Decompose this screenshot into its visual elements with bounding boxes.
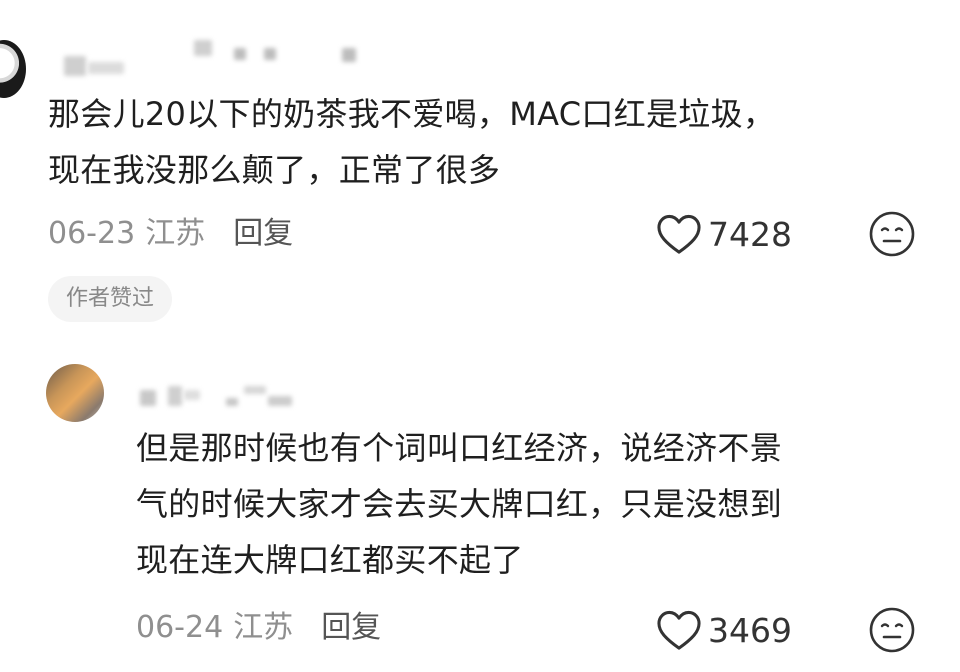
comment-text: 但是那时候也有个词叫口红经济，说经济不景 气的时候大家才会去买大牌口红，只是没想… — [136, 420, 916, 588]
comment-text-line: 但是那时候也有个词叫口红经济，说经济不景 — [136, 429, 783, 467]
like-button[interactable]: 3469 — [656, 608, 792, 652]
comment-text-line: 气的时候大家才会去买大牌口红，只是没想到 — [136, 485, 783, 523]
avatar[interactable] — [46, 364, 104, 422]
author-liked-badge: 作者赞过 — [48, 276, 173, 322]
neutral-face-icon[interactable] — [868, 210, 916, 258]
heart-outline-icon — [657, 610, 701, 650]
username-blurred[interactable] — [136, 372, 306, 412]
like-count: 3469 — [708, 610, 792, 650]
comment-text-line: 现在连大牌口红都买不起了 — [136, 541, 524, 579]
avatar[interactable] — [0, 40, 26, 98]
comment-text-line: 那会儿20以下的奶茶我不爱喝，MAC口红是垃圾， — [48, 95, 776, 133]
reply-button[interactable]: 回复 — [233, 212, 293, 256]
comment-text: 那会儿20以下的奶茶我不爱喝，MAC口红是垃圾， 现在我没那么颠了，正常了很多 — [48, 86, 928, 198]
like-count: 7428 — [708, 214, 792, 254]
comment-meta: 06-24 江苏 回复 — [136, 606, 381, 650]
neutral-face-icon[interactable] — [868, 606, 916, 654]
comment-text-line: 现在我没那么颠了，正常了很多 — [48, 151, 501, 189]
reply-button[interactable]: 回复 — [321, 606, 381, 650]
like-button[interactable]: 7428 — [656, 212, 792, 256]
comment-location: 江苏 — [145, 216, 206, 251]
comment-date: 06-24 — [136, 610, 224, 645]
heart-outline-icon — [657, 214, 701, 254]
username-blurred[interactable] — [58, 38, 358, 80]
comment-date: 06-23 — [48, 216, 136, 251]
comment-location: 江苏 — [233, 610, 294, 645]
comment-meta: 06-23 江苏 回复 — [48, 212, 293, 256]
